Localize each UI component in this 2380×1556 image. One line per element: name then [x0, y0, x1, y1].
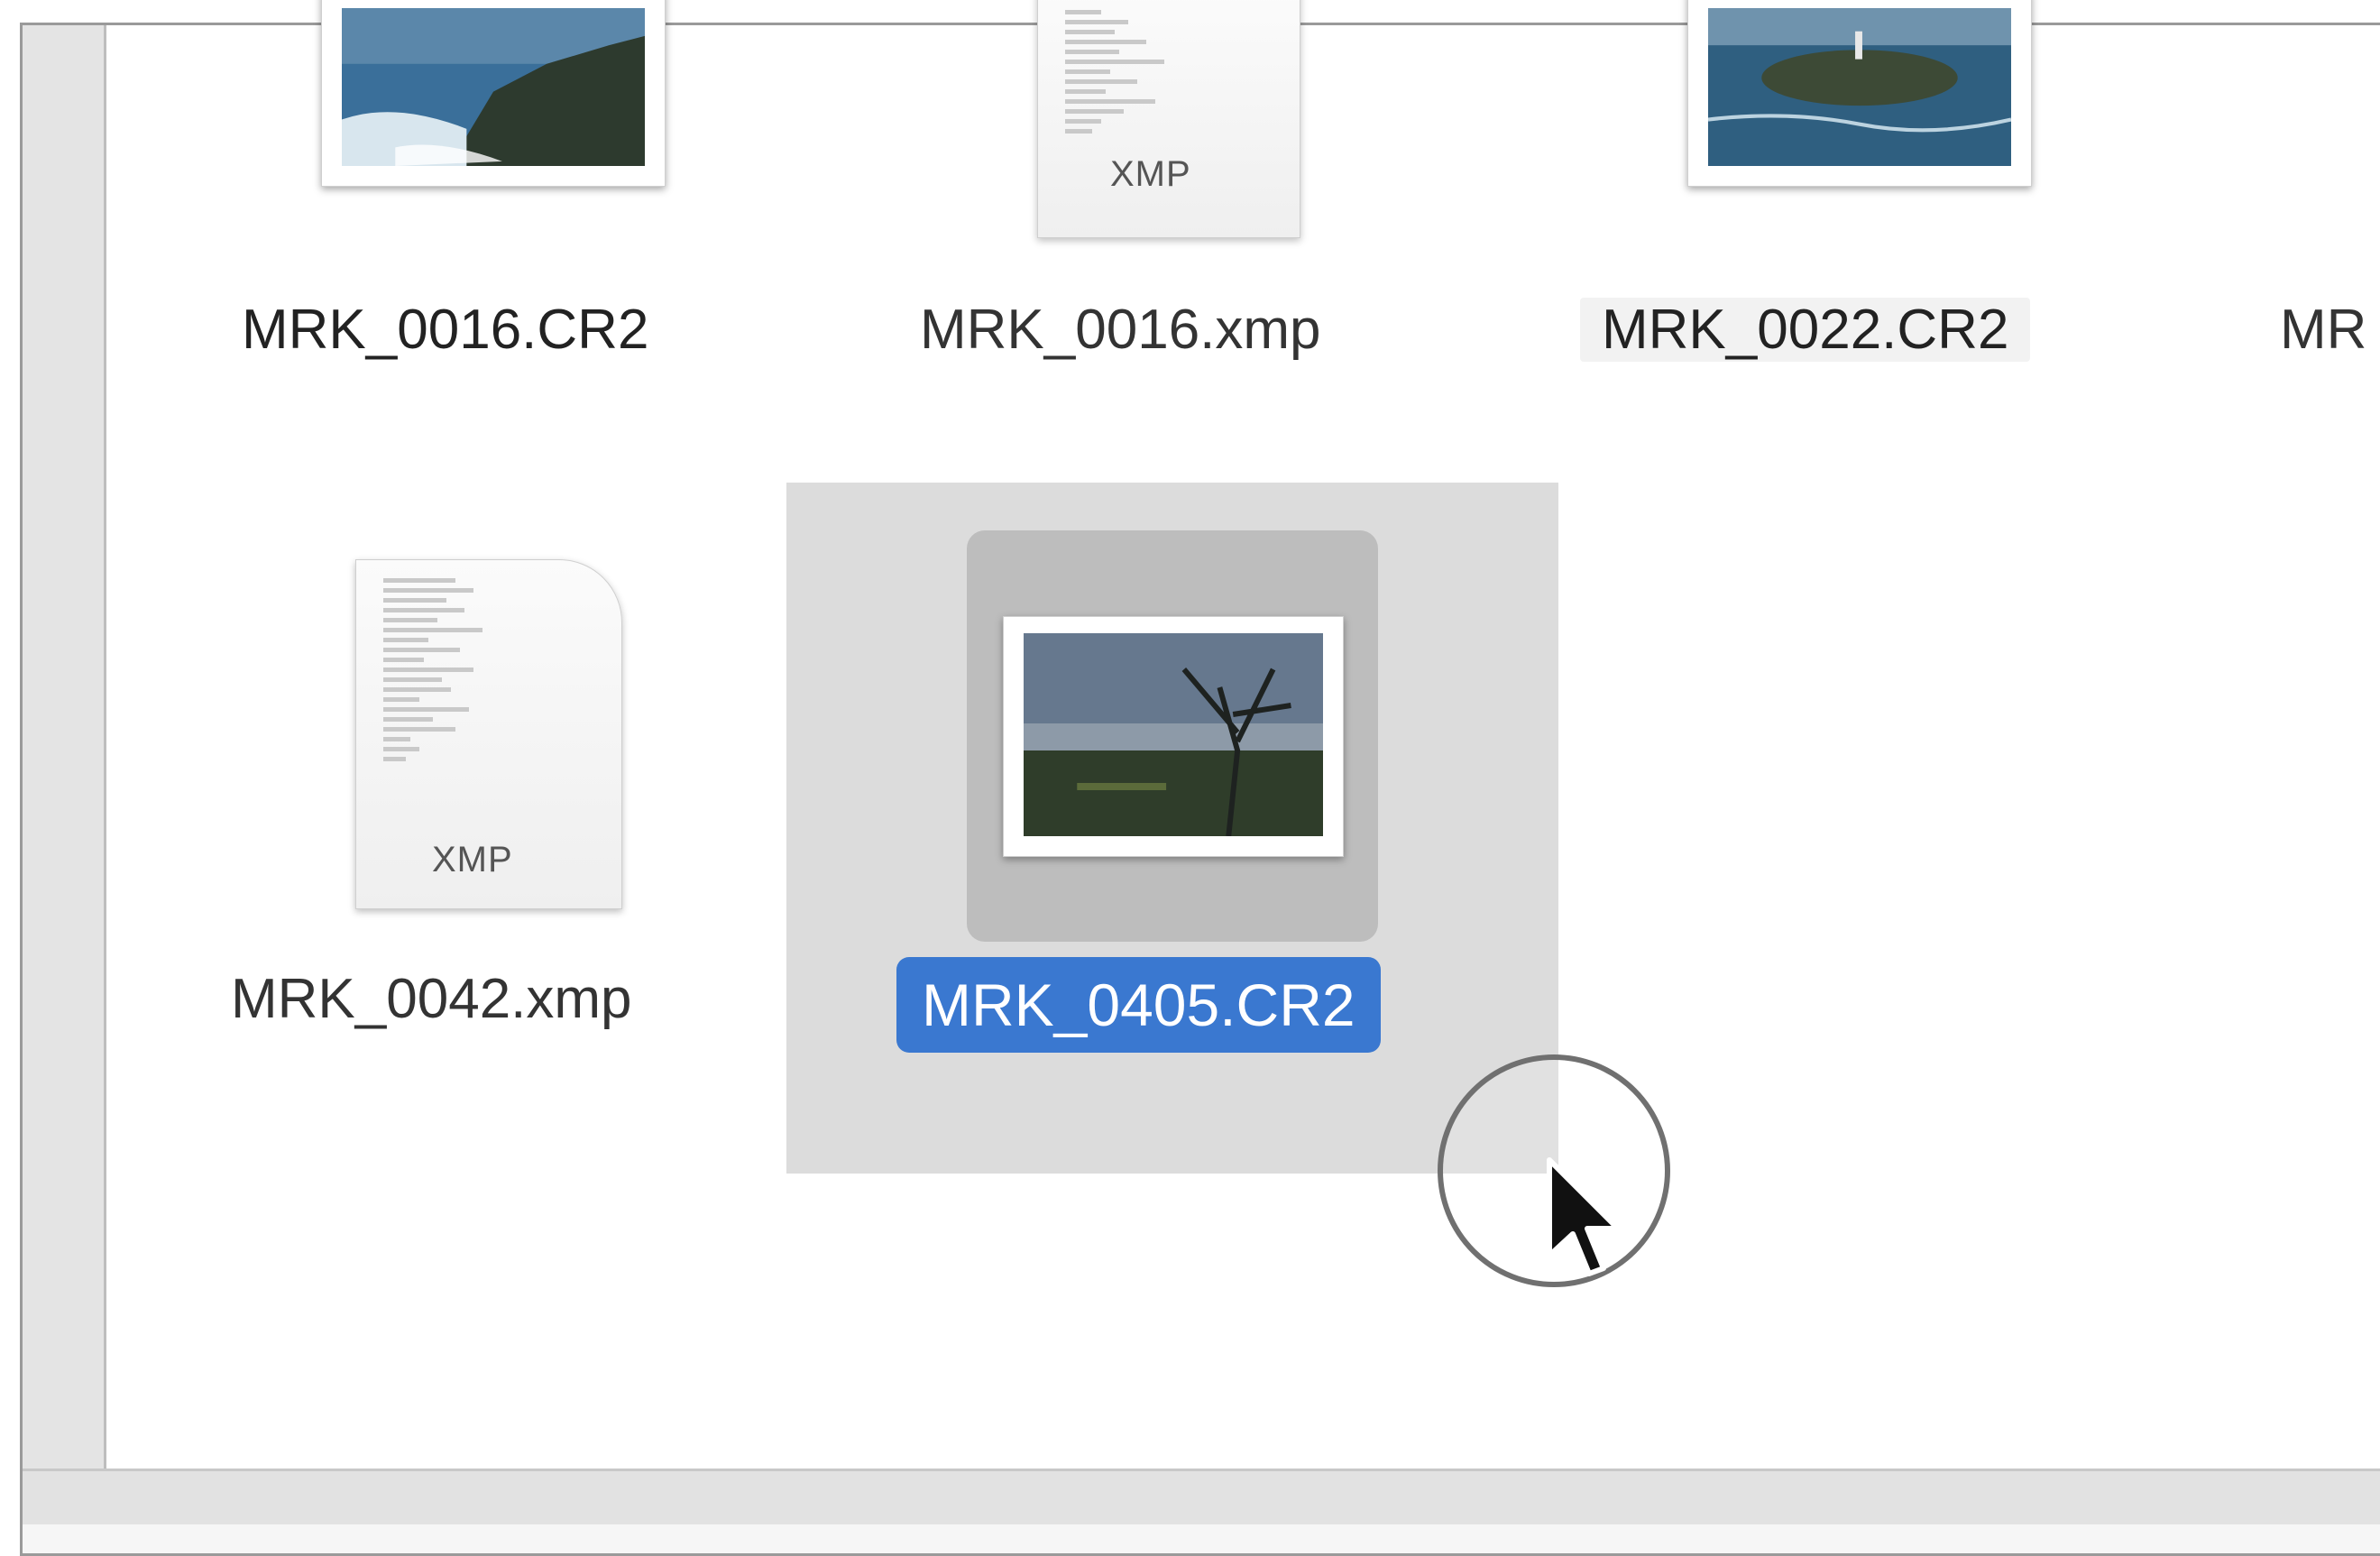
file-label[interactable]: MRK_0016.xmp — [920, 298, 1321, 362]
file-thumbnail-mrk-0016-cr2[interactable] — [321, 0, 666, 187]
file-thumbnail-mrk-0405-cr2[interactable] — [1003, 616, 1344, 857]
file-extension-label: XMP — [1110, 154, 1191, 194]
image-thumbnail-icon — [342, 8, 645, 166]
selected-file-label[interactable]: MRK_0405.CR2 — [896, 957, 1381, 1053]
image-thumbnail-icon — [1024, 633, 1323, 836]
file-label[interactable]: MRK_0042.xmp — [231, 967, 632, 1031]
image-thumbnail-icon — [1708, 8, 2011, 166]
xmp-document-icon[interactable]: XMP — [1037, 0, 1300, 238]
document-lines — [1065, 10, 1164, 139]
file-label[interactable]: MRK_0022.CR2 — [1580, 298, 2031, 362]
cursor-arrow-icon — [1547, 1157, 1621, 1276]
file-label-partial[interactable]: MR — [2280, 298, 2366, 362]
file-label[interactable]: MRK_0016.CR2 — [242, 298, 648, 362]
sidebar-edge — [23, 25, 106, 1469]
xmp-document-icon[interactable]: XMP — [355, 559, 622, 909]
document-lines — [383, 578, 482, 767]
status-bar — [23, 1469, 2380, 1524]
file-thumbnail-mrk-0022-cr2[interactable] — [1687, 0, 2032, 187]
file-extension-label: XMP — [432, 840, 513, 879]
